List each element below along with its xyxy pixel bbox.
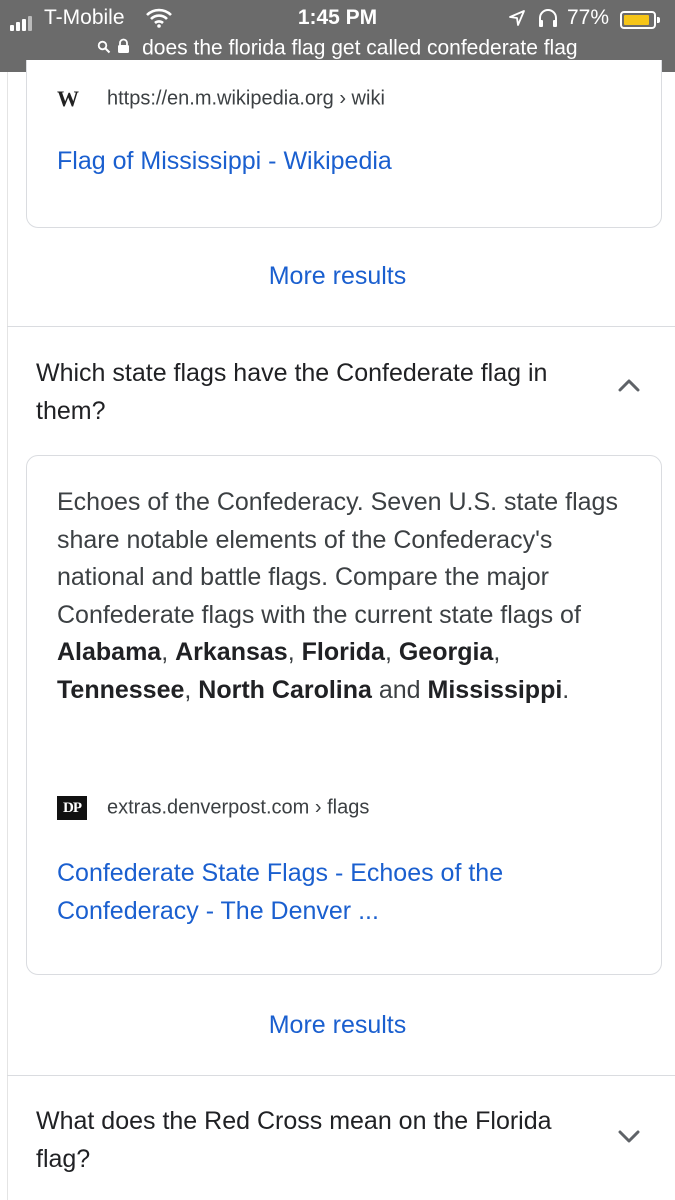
answer-intro: Echoes of the Confederacy. Seven U.S. st… [57,488,618,629]
divider [7,326,675,327]
location-icon [508,9,526,32]
separator: , [493,638,501,666]
state-name: Tennessee [57,675,185,704]
more-results-link[interactable]: More results [0,262,675,291]
separator: . [562,675,570,704]
denverpost-logo-icon: DP [57,796,87,820]
answer-source-url[interactable]: extras.denverpost.com › flags [107,797,369,819]
separator: and [371,675,428,704]
answer-source-row: DP extras.denverpost.com › flags [57,796,369,820]
separator: , [161,638,176,666]
battery-percent: 77% [567,6,610,29]
faq-question-1[interactable]: Which state flags have the Confederate f… [36,354,596,430]
search-icon [97,36,111,60]
separator: , [384,638,399,666]
faq-question-2[interactable]: What does the Red Cross mean on the Flor… [36,1102,596,1178]
answer-card: Echoes of the Confederacy. Seven U.S. st… [26,455,662,975]
result-source-row: Whttps://en.m.wikipedia.org › wiki [57,86,385,112]
more-results-link[interactable]: More results [0,1011,675,1040]
url-text: does the florida flag get called confede… [142,36,578,60]
separator: , [287,638,302,666]
battery-icon [620,11,660,29]
separator: , [184,675,199,704]
result-card-wikipedia: Whttps://en.m.wikipedia.org › wiki Flag … [26,60,662,228]
answer-text: Echoes of the Confederacy. Seven U.S. st… [57,484,637,709]
result-title-link[interactable]: Flag of Mississippi - Wikipedia [57,142,392,180]
divider [7,1075,675,1076]
state-name: Mississippi [427,675,563,704]
state-name: Georgia [398,638,494,666]
headphones-icon [537,8,559,33]
lock-icon [117,36,130,60]
state-name: Alabama [57,638,162,666]
result-source-url[interactable]: https://en.m.wikipedia.org › wiki [107,88,385,110]
wikipedia-logo-icon: W [57,86,79,111]
state-name: Arkansas [175,638,288,666]
answer-title-link[interactable]: Confederate State Flags - Echoes of the … [57,854,617,930]
state-name: North Carolina [198,675,372,704]
chevron-up-icon[interactable] [616,376,642,399]
chevron-down-icon[interactable] [616,1128,642,1151]
state-name: Florida [301,638,385,666]
